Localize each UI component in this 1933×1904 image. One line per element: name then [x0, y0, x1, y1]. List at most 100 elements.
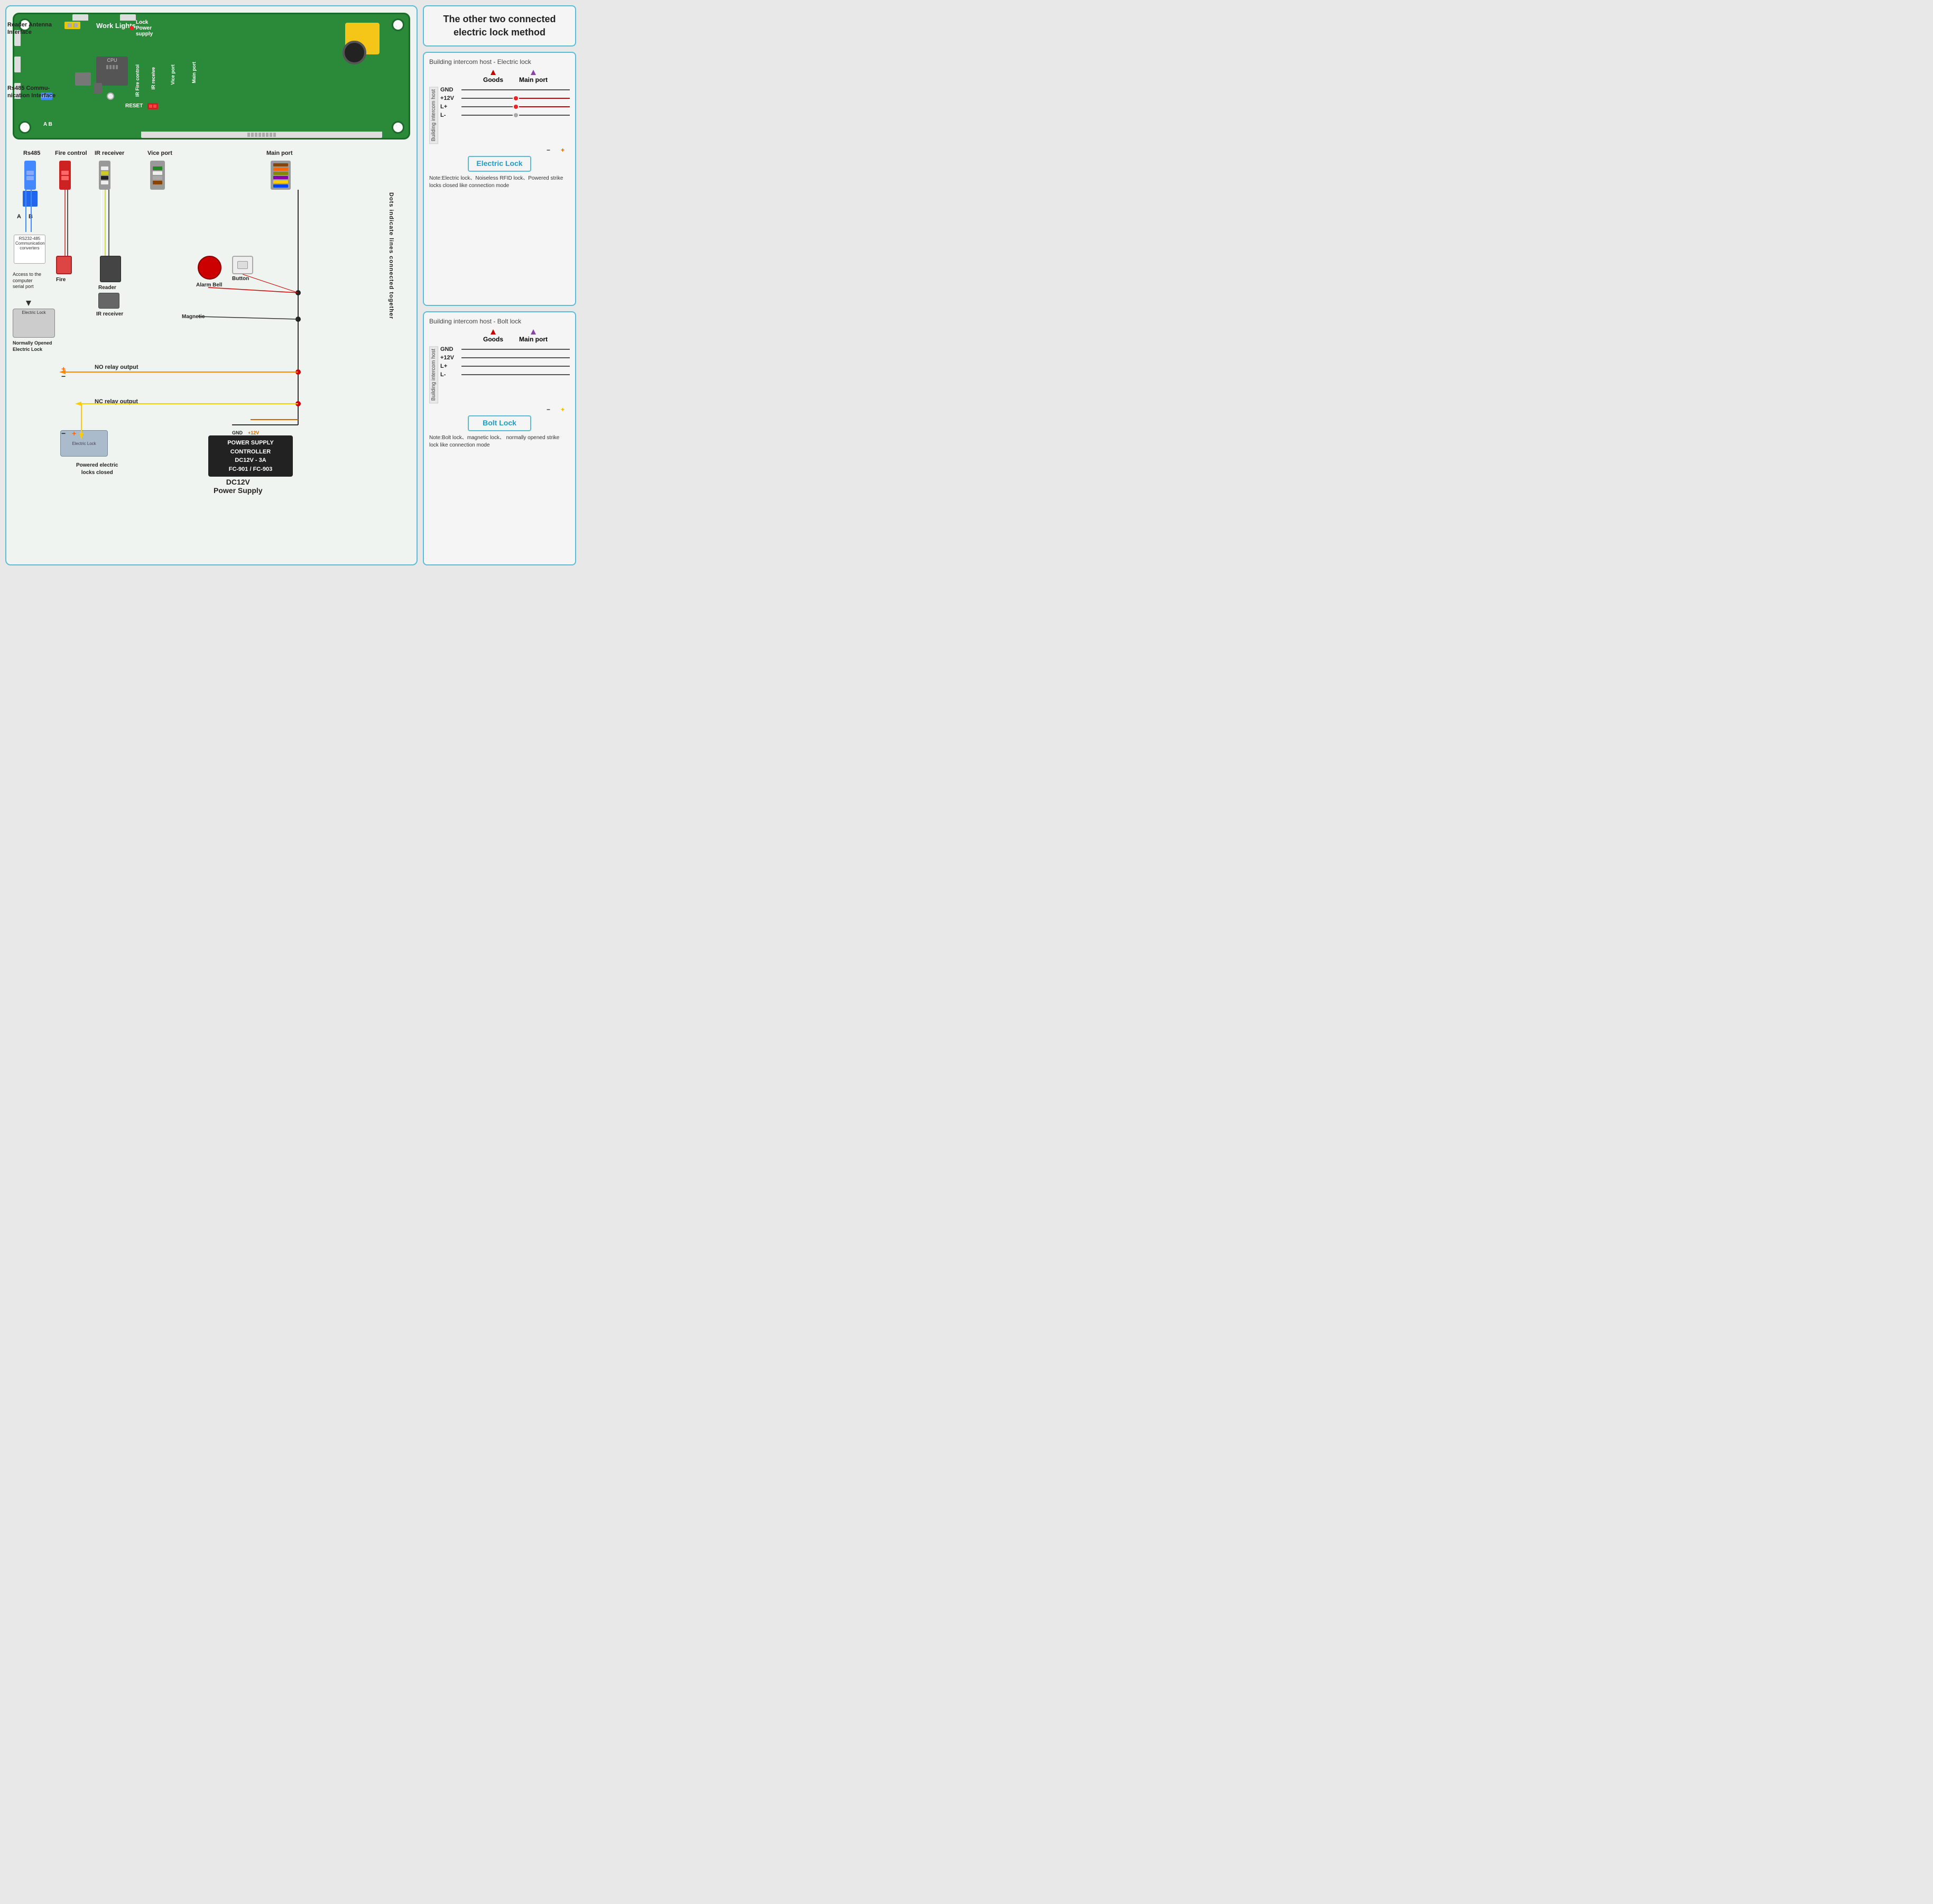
- lm-terminal-1: L-: [440, 112, 461, 118]
- vice-port-diag-label: Vice port: [147, 150, 172, 156]
- rs232-converter: RS232-485 Communication converters: [14, 235, 45, 264]
- alarm-bell-label: Alarm Bell: [196, 282, 222, 288]
- main-col-1: Main port: [519, 70, 548, 83]
- psu-model2: FC-901 / FC-903: [214, 465, 288, 474]
- 12v-line-1: [461, 98, 513, 99]
- nc-relay-label: NC relay output: [95, 398, 138, 405]
- main-label-2: Main port: [519, 336, 548, 343]
- lp-line-1: [461, 106, 513, 107]
- lm-row-2: L-: [440, 371, 570, 378]
- ports-header-1: Goods Main port: [461, 70, 570, 83]
- main-port-diag-label: Main port: [266, 150, 293, 156]
- lm-line-gray-1: [519, 115, 570, 116]
- terminals-2: GND +12V L+ L-: [440, 346, 570, 403]
- lock-power-label: LockPowersupply: [136, 20, 153, 37]
- 12v-line-red-1: [519, 98, 570, 99]
- main-port-connector: [271, 161, 291, 190]
- fire-component: [56, 256, 72, 274]
- electric-lock-title: Building intercom host - Electric lock: [429, 58, 570, 66]
- minus-2: −: [547, 406, 550, 413]
- psu-box: POWER SUPPLY CONTROLLER DC12V - 3A FC-90…: [208, 435, 293, 477]
- right-title: The other two connected electric lock me…: [430, 13, 569, 39]
- access-label: Access to thecomputerserial port: [13, 272, 41, 290]
- main-arrow-1: [531, 70, 536, 75]
- minus-1: −: [547, 146, 550, 154]
- lp-row-1: L+: [440, 104, 570, 110]
- reader-label: Reader: [98, 285, 116, 291]
- top-connector-1: [72, 14, 88, 21]
- cpu-pins-top: [96, 65, 128, 69]
- pcb-board: Work Lights LockPowersupply CPU IR Fire …: [13, 13, 410, 140]
- yellow-connector-top: [64, 22, 80, 29]
- main-col-2: Main port: [519, 329, 548, 343]
- rs485-connector: [24, 161, 38, 207]
- main-arrow-2: [531, 329, 536, 335]
- reader-antenna-label: Reader AntennaInterface: [7, 21, 52, 36]
- electric-lock-note: Note:Electric lock、Noiseless RFID lock、P…: [429, 175, 570, 190]
- intercom-label-2: Building intercom host: [429, 346, 438, 403]
- lp-row-2: L+: [440, 363, 570, 369]
- powered-label: Powered electriclocks closed: [76, 462, 118, 477]
- pcb-corner-tr: [392, 18, 404, 31]
- diagram-area: Rs485 Fire control IR receiver Vice port…: [13, 150, 410, 541]
- reader-box: [100, 256, 121, 282]
- main-label-1: Main port: [519, 76, 548, 83]
- lp-dot-1: [514, 105, 518, 109]
- ir-receiver2-box: [98, 293, 119, 309]
- gnd-line-1: [461, 89, 570, 90]
- goods-arrow-2: [491, 329, 496, 335]
- rs485-comm-label: Rs485 Commu-nication Interface: [7, 85, 56, 100]
- lp-terminal-1: L+: [440, 104, 461, 110]
- plus-2: +: [561, 406, 565, 413]
- goods-arrow-1: [491, 70, 496, 75]
- pcb-speaker: [343, 41, 366, 64]
- pcb-corner-bl: [19, 121, 31, 134]
- psu-model1: DC12V - 3A: [214, 456, 288, 465]
- rs232-label: RS232-485 Communication converters: [14, 235, 45, 252]
- fire-control-diag-label: Fire control: [55, 150, 87, 156]
- a-label: A: [17, 213, 21, 220]
- bolt-lock-section: Building intercom host - Bolt lock Goods…: [423, 311, 576, 565]
- vice-port-label: Vice port: [170, 64, 175, 85]
- reset-label: RESET: [125, 103, 143, 109]
- fire-connector: [59, 161, 71, 190]
- right-title-box: The other two connected electric lock me…: [423, 5, 576, 47]
- pcb-corner-br: [392, 121, 404, 134]
- lp-terminal-2: L+: [440, 363, 461, 369]
- gnd-label: GND: [232, 430, 243, 435]
- rs485-diag-label: Rs485: [23, 150, 40, 156]
- gnd-terminal-1: GND: [440, 87, 461, 93]
- terminals-1: GND +12V L+ L-: [440, 87, 570, 144]
- plus12v-label: +12V: [248, 430, 259, 435]
- reset-connector: [147, 103, 158, 109]
- ir-receiver-diag-label: IR receiver: [95, 150, 124, 156]
- dots-indicate-label: Dots indicate lines connected together: [388, 192, 394, 319]
- 12v-row-1: +12V: [440, 95, 570, 101]
- goods-label-1: Goods: [483, 76, 503, 83]
- bolt-lock-label: Bolt Lock: [483, 419, 516, 427]
- bolt-lock-box: Bolt Lock: [468, 415, 531, 431]
- ir-fire-label: IR Fire control: [135, 64, 140, 97]
- lm-row-1: L-: [440, 112, 570, 118]
- 12v-terminal-1: +12V: [440, 95, 461, 101]
- powered-lock-img: Electric Lock: [60, 430, 108, 457]
- magnetic-label: Magnetic: [182, 314, 205, 320]
- left-connector-2: [14, 57, 21, 72]
- electric-lock-label-1: Electric Lock: [476, 159, 522, 168]
- lm-terminal-2: L-: [440, 371, 461, 378]
- 12v-row-2: +12V: [440, 355, 570, 361]
- goods-col-1: Goods: [483, 70, 503, 83]
- polarity-1: − +: [429, 146, 565, 154]
- minus-symbol-1: −: [61, 372, 66, 380]
- vice-port-connector: [150, 161, 165, 190]
- diagram-2-inner: Building intercom host GND +12V L+ L-: [429, 346, 570, 403]
- no-relay-label: NO relay output: [95, 364, 138, 370]
- 12v-terminal-2: +12V: [440, 355, 461, 361]
- gnd-line-2: [461, 349, 570, 350]
- gnd-row-1: GND: [440, 87, 570, 93]
- no-electric-lock-label: Normally OpenedElectric Lock: [13, 340, 52, 352]
- lm-line-1: [461, 115, 513, 116]
- button-box: [232, 256, 253, 274]
- plus-1: +: [561, 146, 565, 154]
- lp-line-red-1: [519, 106, 570, 107]
